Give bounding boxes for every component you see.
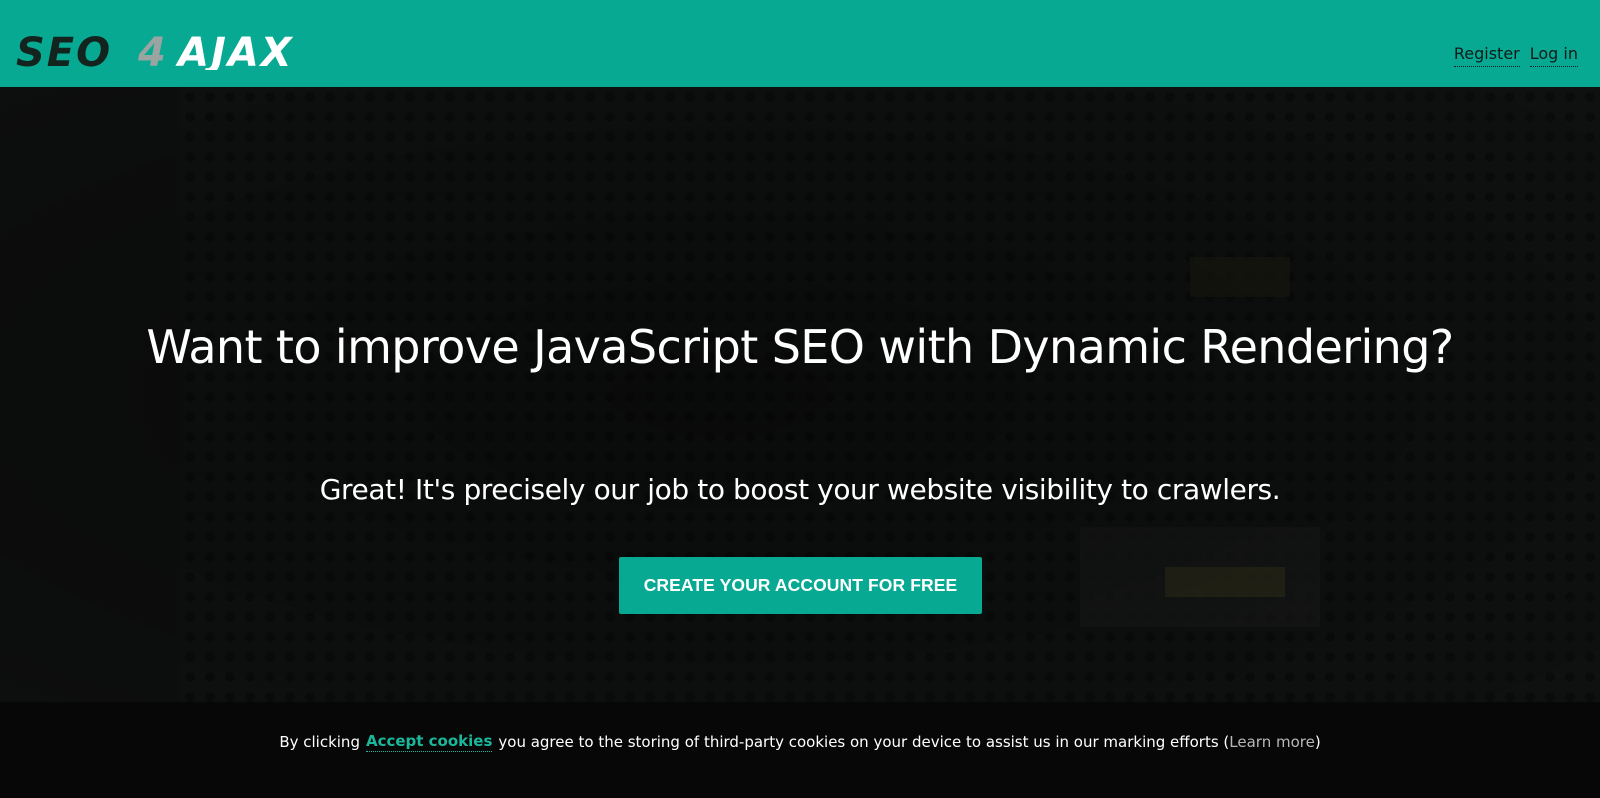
svg-text:SEO: SEO (16, 34, 112, 70)
accept-cookies-link[interactable]: Accept cookies (365, 732, 493, 752)
learn-more-link[interactable]: Learn more (1229, 733, 1315, 751)
cookie-consent-bar: By clicking Accept cookies you agree to … (0, 702, 1600, 798)
create-account-button[interactable]: CREATE YOUR ACCOUNT FOR FREE (619, 557, 982, 614)
cookie-text-prefix: By clicking (279, 733, 360, 751)
cookie-text-middle: you agree to the storing of third-party … (498, 733, 1230, 751)
top-header: SEO 4 AJAX Register Log in (0, 0, 1600, 87)
cookie-text-suffix: ) (1314, 733, 1321, 751)
seo4ajax-logo[interactable]: SEO 4 AJAX (16, 34, 358, 70)
header-nav: Register Log in (1453, 44, 1578, 67)
svg-text:4: 4 (137, 34, 166, 70)
svg-text:AJAX: AJAX (175, 34, 294, 70)
hero-subline: Great! It's precisely our job to boost y… (319, 473, 1281, 506)
login-link[interactable]: Log in (1529, 44, 1578, 67)
hero-headline: Want to improve JavaScript SEO with Dyna… (146, 320, 1454, 374)
register-link[interactable]: Register (1453, 44, 1520, 67)
